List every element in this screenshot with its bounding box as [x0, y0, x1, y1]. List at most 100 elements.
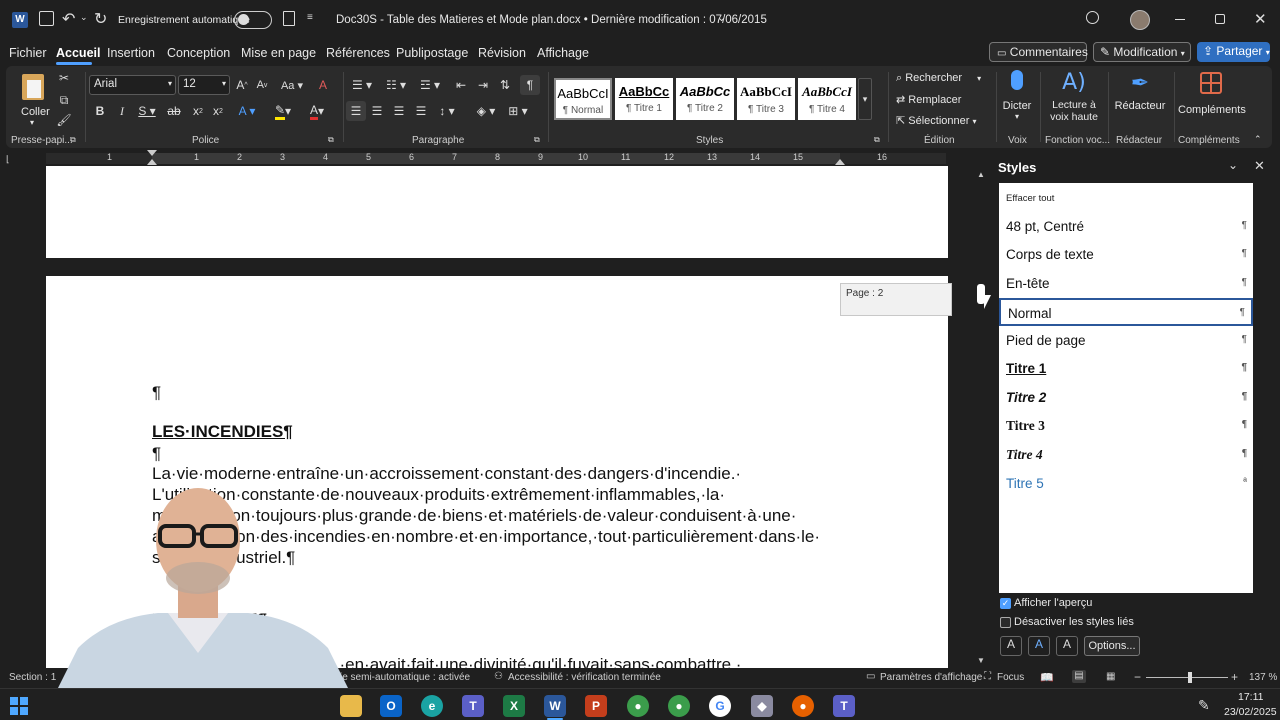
- focus-icon[interactable]: ⛶: [984, 671, 991, 682]
- copy-icon[interactable]: ⧉: [56, 92, 72, 108]
- find-button[interactable]: ⌕ Rechercher ▾: [896, 72, 981, 85]
- style-item-titre-1[interactable]: Titre 1 ¶: [999, 355, 1253, 383]
- tab-revision[interactable]: Révision: [478, 46, 526, 60]
- style-item-48pt-centre[interactable]: 48 pt, Centré ¶: [999, 213, 1253, 241]
- focus-button[interactable]: Focus: [997, 672, 1024, 683]
- dialog-launcher-icon[interactable]: ⧉: [874, 135, 880, 145]
- scroll-down-icon[interactable]: ▼: [977, 656, 985, 665]
- word-icon[interactable]: W: [544, 695, 566, 717]
- autosave-status[interactable]: ie semi-automatique : activée: [340, 672, 470, 683]
- comments-button[interactable]: ▭ Commentaires: [989, 42, 1088, 62]
- borders-icon[interactable]: ⊞ ▾: [504, 102, 532, 120]
- google-icon[interactable]: G: [709, 695, 731, 717]
- accessibility-icon[interactable]: ⚇: [494, 671, 503, 682]
- change-case-icon[interactable]: Aa ▾: [278, 76, 306, 94]
- dialog-launcher-icon[interactable]: ⧉: [70, 135, 76, 145]
- shrink-font-icon[interactable]: Av: [254, 76, 270, 94]
- style-item-titre-5[interactable]: Titre 5 ª: [999, 470, 1253, 498]
- page-1-bottom[interactable]: [46, 166, 948, 258]
- file-explorer-icon[interactable]: [340, 695, 362, 717]
- tab-fichier[interactable]: Fichier: [9, 46, 47, 60]
- justify-icon[interactable]: ☰: [412, 102, 430, 120]
- title-dropdown-icon[interactable]: ⌄: [717, 11, 726, 24]
- line-spacing-icon[interactable]: ↕ ▾: [434, 102, 460, 120]
- zoom-in-icon[interactable]: +: [1231, 670, 1238, 684]
- tab-insertion[interactable]: Insertion: [107, 46, 155, 60]
- addins-button[interactable]: Compléments: [1178, 70, 1246, 130]
- excel-icon[interactable]: X: [503, 695, 525, 717]
- undo-dropdown-icon[interactable]: ⌄: [80, 12, 88, 23]
- style-item-titre-4[interactable]: Titre 4 ¶: [999, 441, 1253, 469]
- outlook-icon[interactable]: O: [380, 695, 402, 717]
- autosave-toggle[interactable]: [234, 11, 272, 29]
- cut-icon[interactable]: ✂: [56, 70, 72, 86]
- document-title[interactable]: Doc30S - Table des Matieres et Mode plan…: [336, 14, 767, 26]
- style-item-corps-de-texte[interactable]: Corps de texte ¶: [999, 241, 1253, 269]
- customize-toolbar-icon[interactable]: ≡: [307, 12, 313, 23]
- maximize-icon[interactable]: [1215, 14, 1225, 24]
- manage-styles-icon[interactable]: A: [1056, 636, 1078, 656]
- sort-icon[interactable]: ⇅: [496, 76, 514, 94]
- editor-button[interactable]: ✒ Rédacteur: [1112, 70, 1168, 130]
- windows-start-icon[interactable]: [10, 697, 28, 715]
- grow-font-icon[interactable]: A ^: [234, 76, 250, 94]
- subscript-icon[interactable]: x2: [190, 102, 206, 120]
- tab-mise-en-page[interactable]: Mise en page: [241, 46, 316, 60]
- document-icon[interactable]: [283, 11, 295, 26]
- show-preview-checkbox[interactable]: ✓: [1000, 598, 1011, 609]
- collapse-ribbon-icon[interactable]: ⌃: [1254, 134, 1262, 145]
- display-settings-button[interactable]: Paramètres d'affichage: [880, 672, 982, 683]
- style-item-titre-3[interactable]: Titre 3 ¶: [999, 412, 1253, 440]
- replace-button[interactable]: ⇄ Remplacer: [896, 93, 961, 106]
- minimize-icon[interactable]: [1175, 19, 1185, 20]
- web-layout-icon[interactable]: ▦: [1106, 671, 1115, 682]
- style-item-normal[interactable]: Normal ¶: [999, 298, 1253, 326]
- clock-time[interactable]: 17:11: [1238, 691, 1264, 703]
- tab-publipostage[interactable]: Publipostage: [396, 46, 468, 60]
- teams-work-icon[interactable]: T: [833, 695, 855, 717]
- tab-conception[interactable]: Conception: [167, 46, 230, 60]
- app-icon[interactable]: ◆: [751, 695, 773, 717]
- display-settings-icon[interactable]: ▭: [866, 671, 875, 682]
- editing-mode-button[interactable]: ✎ Modification ▾: [1093, 42, 1191, 62]
- clear-all-link[interactable]: Effacer tout: [1006, 193, 1054, 204]
- zoom-slider-thumb[interactable]: [1188, 672, 1192, 683]
- avatar[interactable]: [1130, 10, 1150, 30]
- increase-indent-icon[interactable]: ⇥: [474, 76, 492, 94]
- style-tile-titre-1[interactable]: AaBbCc ¶ Titre 1: [615, 78, 673, 120]
- font-color-icon[interactable]: A ▾: [302, 102, 332, 120]
- chrome-icon[interactable]: ●: [627, 695, 649, 717]
- tab-affichage[interactable]: Affichage: [537, 46, 589, 60]
- bold-icon[interactable]: B: [92, 102, 108, 120]
- edge-icon[interactable]: e: [421, 695, 443, 717]
- tab-references[interactable]: Références: [326, 46, 390, 60]
- paste-button[interactable]: Coller ▾: [16, 72, 50, 127]
- disable-linked-checkbox[interactable]: [1000, 617, 1011, 628]
- vertical-scrollbar[interactable]: ▲ ▼: [975, 166, 988, 668]
- select-button[interactable]: ⇱ Sélectionner ▾: [896, 114, 977, 127]
- decrease-indent-icon[interactable]: ⇤: [452, 76, 470, 94]
- align-center-icon[interactable]: ☰: [368, 102, 386, 120]
- read-aloud-button[interactable]: A) Lecture à voix haute: [1046, 70, 1102, 130]
- close-icon[interactable]: ✕: [1254, 10, 1267, 28]
- bullets-icon[interactable]: ☰ ▾: [348, 76, 376, 94]
- pen-icon[interactable]: ✎: [1198, 697, 1210, 714]
- tab-accueil[interactable]: Accueil: [56, 46, 100, 60]
- options-button[interactable]: Options...: [1084, 636, 1140, 656]
- zoom-slider[interactable]: [1146, 672, 1228, 683]
- powerpoint-icon[interactable]: P: [585, 695, 607, 717]
- new-style-icon[interactable]: A: [1000, 636, 1022, 656]
- pane-close-icon[interactable]: ✕: [1254, 158, 1265, 174]
- save-icon[interactable]: [39, 11, 54, 26]
- horizontal-ruler[interactable]: ⌊ 1 1 2 3 4 5 6 7 8 9 10 11 12 13 14 15 …: [0, 150, 990, 166]
- style-tile-titre-2[interactable]: AaBbCc ¶ Titre 2: [676, 78, 734, 120]
- format-painter-icon[interactable]: 🖌: [56, 112, 72, 128]
- teams-icon[interactable]: T: [462, 695, 484, 717]
- text-effects-icon[interactable]: A ▾: [234, 102, 260, 120]
- style-inspector-icon[interactable]: A: [1028, 636, 1050, 656]
- pane-options-icon[interactable]: ⌄: [1228, 158, 1238, 172]
- highlight-icon[interactable]: ✎ ▾: [268, 102, 298, 120]
- read-mode-icon[interactable]: 📖: [1040, 671, 1054, 684]
- font-name-dropdown[interactable]: Arial ▾: [89, 75, 176, 95]
- multilevel-list-icon[interactable]: ☲ ▾: [416, 76, 444, 94]
